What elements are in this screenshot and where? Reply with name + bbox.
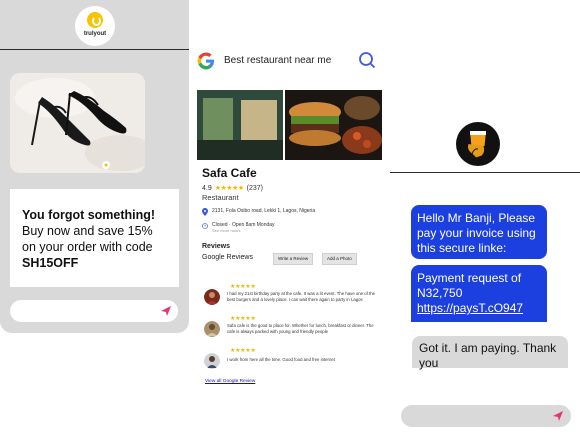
- promo-headline: You forgot something!: [22, 208, 156, 222]
- business-type: Restaurant: [202, 193, 239, 202]
- review-text: I had my 21st birthday party at the cafe…: [227, 291, 376, 302]
- review-text: Safa cafe is the good to place for. Whet…: [227, 323, 374, 334]
- review-text: I work from here all the time. Good food…: [227, 357, 335, 362]
- incoming-message: Hello Mr Banji, Please pay your invoice …: [411, 205, 547, 259]
- search-bar[interactable]: Best restaurant near me: [197, 47, 379, 75]
- send-icon[interactable]: [552, 410, 564, 422]
- reviewer-avatar: [204, 289, 220, 305]
- pub-logo: [456, 122, 500, 166]
- message-input[interactable]: [10, 300, 178, 322]
- hours-row[interactable]: Closed · Open 8am Monday See more hours: [202, 222, 275, 233]
- address-row[interactable]: 2131, Fola Osibo road, Lekki 1, Lagos, N…: [202, 208, 315, 216]
- view-all-reviews-link[interactable]: View all Google Review: [205, 379, 255, 384]
- review-stars-icon: ★★★★★: [230, 348, 256, 354]
- product-image: [10, 73, 145, 173]
- promo-line-2: on your order with code: [22, 240, 153, 254]
- business-photos[interactable]: [197, 90, 382, 160]
- message-input[interactable]: [401, 405, 571, 427]
- review-count[interactable]: (237): [247, 185, 263, 192]
- business-address: 2131, Fola Osibo road, Lekki 1, Lagos, N…: [212, 208, 316, 214]
- send-icon[interactable]: [160, 305, 172, 317]
- search-query[interactable]: Best restaurant near me: [224, 55, 331, 66]
- search-icon[interactable]: [358, 51, 376, 69]
- outgoing-message: Got it. I am paying. Thank you: [412, 336, 568, 370]
- review-stars-icon: ★★★★★: [230, 316, 256, 322]
- business-name: Safa Cafe: [202, 166, 257, 180]
- reviewer-avatar: [204, 353, 220, 369]
- more-hours-link[interactable]: See more hours: [212, 228, 275, 233]
- clock-icon: [202, 223, 208, 229]
- rating-value: 4.9: [202, 184, 212, 192]
- reviewer-avatar: [204, 321, 220, 337]
- promo-text: You forgot something! Buy now and save 1…: [22, 207, 177, 271]
- chat-header: trulyout: [0, 0, 189, 50]
- business-card: Safa Cafe 4.9 ★★★★★ (237) Restaurant 213…: [197, 86, 382, 394]
- google-logo-icon: [197, 52, 214, 70]
- payment-link[interactable]: https://paysT.cO947: [417, 301, 523, 315]
- review-item: ★★★★★ Safa cafe is the good to place for…: [202, 315, 380, 341]
- review-stars-icon: ★★★★★: [230, 284, 256, 290]
- restaurant-photos-image: [197, 90, 382, 160]
- reviews-subtitle: Google Reviews: [202, 254, 253, 261]
- write-review-button[interactable]: Write a Review: [273, 253, 314, 265]
- trulyout-chat-screen: trulyout You forgot something! Buy now a…: [0, 0, 189, 333]
- trulyout-logo: trulyout: [75, 6, 115, 46]
- trulyout-mark-icon: [87, 12, 103, 28]
- rating-row: 4.9 ★★★★★ (237): [202, 184, 263, 193]
- brand-name: trulyout: [83, 31, 107, 37]
- promo-code: SH15OFF: [22, 256, 79, 270]
- promo-message: You forgot something! Buy now and save 1…: [10, 189, 179, 287]
- rating-stars-icon: ★★★★★: [214, 185, 244, 192]
- add-photo-button[interactable]: Add a Photo: [322, 253, 357, 265]
- promo-line-1: Buy now and save 15%: [22, 224, 153, 238]
- reviews-title: Reviews: [202, 243, 231, 250]
- location-pin-icon: [202, 208, 208, 216]
- payment-request-text: Payment request of N32,750: [417, 271, 522, 300]
- chat-header-divider: [390, 172, 580, 173]
- high-heel-shoes-image: [10, 73, 145, 173]
- beer-glass-icon: [467, 131, 486, 159]
- review-item: ★★★★★ I had my 21st birthday party at th…: [202, 283, 380, 309]
- review-item: ★★★★★ I work from here all the time. Goo…: [202, 347, 380, 373]
- payment-request-message: Payment request of N32,750 https://paysT…: [411, 265, 547, 322]
